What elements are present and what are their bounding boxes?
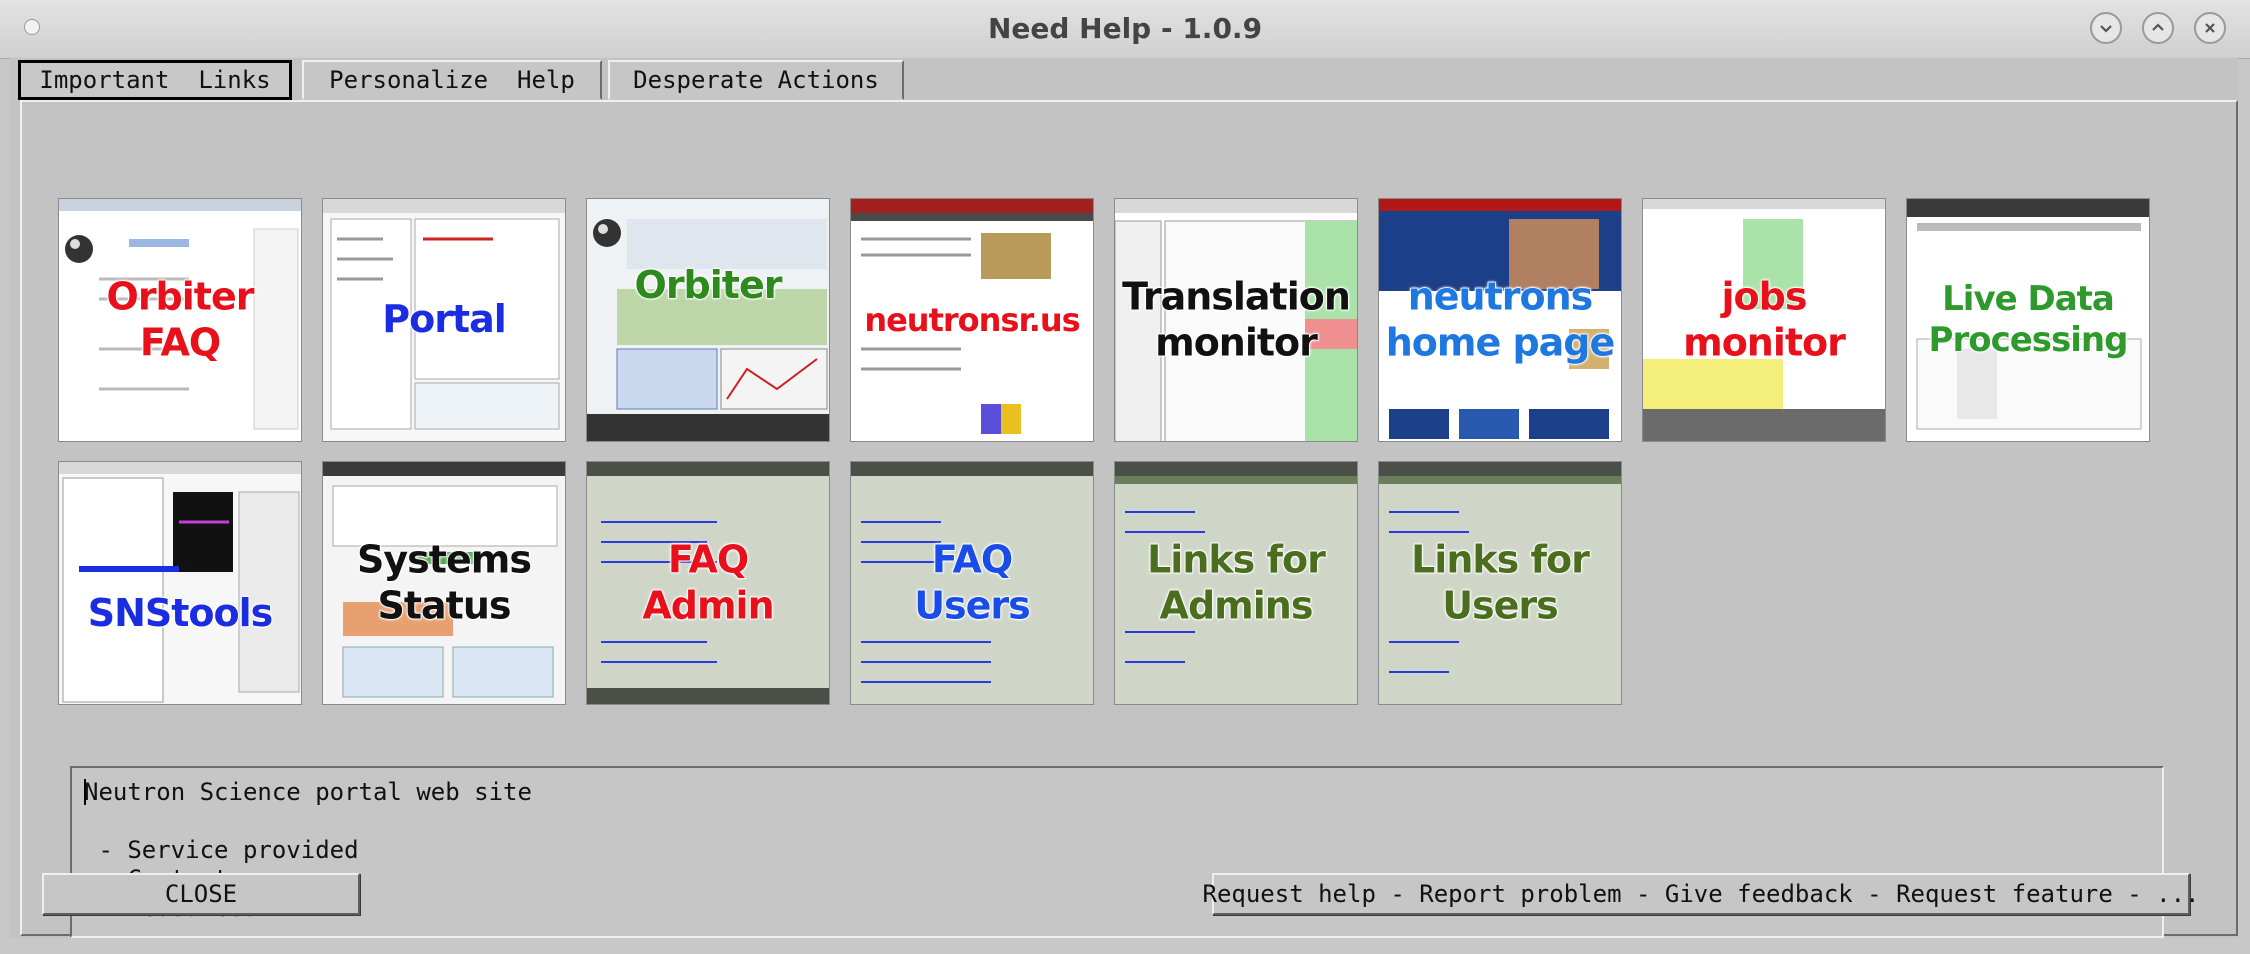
tile-links-for-admins[interactable]: Links for Admins bbox=[1114, 461, 1358, 705]
links-panel: Orbiter FAQ Portal Orbiter neutronsr.us … bbox=[20, 100, 2238, 938]
tile-label: Portal bbox=[381, 296, 507, 342]
tab-desperate-actions[interactable]: Desperate Actions bbox=[608, 60, 904, 100]
tile-orbiter-faq[interactable]: Orbiter FAQ bbox=[58, 198, 302, 442]
tile-jobs-monitor[interactable]: jobs monitor bbox=[1642, 198, 1886, 442]
tile-label: Orbiter bbox=[634, 263, 783, 308]
tile-label: FAQ Admin bbox=[642, 537, 776, 628]
title-bar[interactable]: Need Help - 1.0.9 bbox=[0, 0, 2250, 59]
tile-label: SNStools bbox=[87, 591, 274, 636]
maximize-icon[interactable] bbox=[2142, 12, 2174, 44]
close-button[interactable]: CLOSE bbox=[42, 873, 360, 915]
close-icon[interactable] bbox=[2194, 12, 2226, 44]
tile-label: Links for Users bbox=[1410, 537, 1590, 628]
tile-label: Systems Status bbox=[356, 537, 532, 628]
window-title: Need Help - 1.0.9 bbox=[987, 12, 1263, 45]
dialog-body: Important Links Personalize Help Despera… bbox=[10, 58, 2238, 938]
tile-label: Translation monitor bbox=[1121, 274, 1351, 365]
orbiter-thumbnail bbox=[587, 199, 829, 441]
description-line bbox=[84, 807, 2150, 836]
tile-faq-admin[interactable]: FAQ Admin bbox=[586, 461, 830, 705]
tile-orbiter[interactable]: Orbiter bbox=[586, 198, 830, 442]
tile-neutrons-home-page[interactable]: neutrons home page bbox=[1378, 198, 1622, 442]
tile-label: Live Data Processing bbox=[1928, 278, 2129, 360]
tile-systems-status[interactable]: Systems Status bbox=[322, 461, 566, 705]
tile-label: Links for Admins bbox=[1146, 537, 1326, 628]
tile-label: Orbiter FAQ bbox=[106, 274, 255, 365]
tile-label: jobs monitor bbox=[1682, 274, 1846, 365]
description-line: - Service provided bbox=[84, 836, 359, 864]
tile-links-for-users[interactable]: Links for Users bbox=[1378, 461, 1622, 705]
tile-neutronsr-us[interactable]: neutronsr.us bbox=[850, 198, 1094, 442]
description-line: Neutron Science portal web site bbox=[84, 778, 532, 806]
tile-live-data-processing[interactable]: Live Data Processing bbox=[1906, 198, 2150, 442]
tile-translation-monitor[interactable]: Translation monitor bbox=[1114, 198, 1358, 442]
request-help-button[interactable]: Request help - Report problem - Give fee… bbox=[1203, 873, 2200, 915]
minimize-icon[interactable] bbox=[2090, 12, 2122, 44]
tile-faq-users[interactable]: FAQ Users bbox=[850, 461, 1094, 705]
tab-personalize-help[interactable]: Personalize Help bbox=[302, 60, 602, 100]
tile-label: FAQ Users bbox=[913, 537, 1031, 628]
tile-portal[interactable]: Portal bbox=[322, 198, 566, 442]
tile-label: neutrons home page bbox=[1385, 274, 1616, 365]
tile-label: neutronsr.us bbox=[864, 300, 1082, 340]
snstools-thumbnail bbox=[59, 462, 301, 704]
tab-important-links[interactable]: Important Links bbox=[18, 60, 292, 100]
tile-snstools[interactable]: SNStools bbox=[58, 461, 302, 705]
